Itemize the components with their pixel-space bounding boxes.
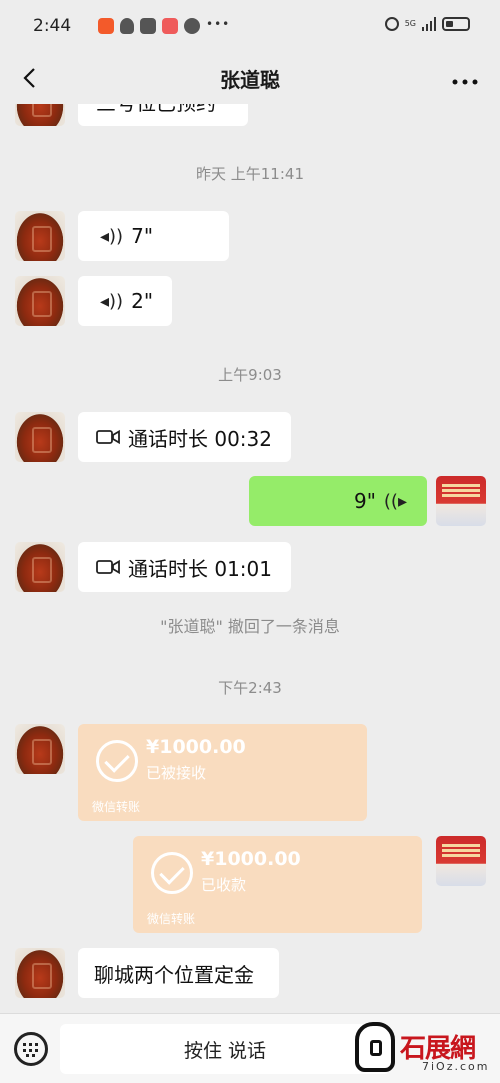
check-circle-icon	[96, 740, 138, 782]
recall-notice: "张道聪" 撤回了一条消息	[160, 617, 340, 636]
watermark-subtitle: 7iOz.com	[422, 1060, 490, 1073]
signal-icon	[422, 17, 436, 31]
nav-bar: 张道聪	[0, 52, 500, 104]
voice-message-bubble[interactable]: ◂)) 7"	[78, 211, 229, 261]
transfer-label: 微信转账	[92, 800, 141, 814]
status-system-icons: 5G	[384, 17, 470, 31]
voice-wave-icon: ◂))	[100, 290, 124, 312]
transfer-status: 已被接收	[146, 764, 207, 782]
emoji-icon[interactable]	[355, 1022, 395, 1072]
voice-wave-icon: ((▸	[383, 490, 407, 512]
call-record-bubble[interactable]: 通话时长 00:32	[78, 412, 291, 462]
heart-icon	[120, 18, 134, 34]
chat-title: 张道聪	[220, 68, 280, 92]
timestamp: 下午2:43	[218, 679, 282, 697]
check-circle-icon	[151, 852, 193, 894]
more-notifications-icon: •••	[206, 17, 231, 31]
contact-avatar[interactable]	[15, 211, 65, 261]
message-bubble[interactable]: 聊城两个位置定金	[78, 948, 279, 998]
timestamp: 昨天 上午11:41	[196, 165, 304, 183]
hold-to-talk-button[interactable]: 按住 说话	[60, 1024, 390, 1074]
voice-wave-icon: ◂))	[100, 225, 124, 247]
call-duration-text: 通话时长 00:32	[128, 426, 272, 451]
contact-avatar[interactable]	[15, 412, 65, 462]
sent-voice-bubble[interactable]: 9" ((▸	[249, 476, 427, 526]
call-duration-text: 通话时长 01:01	[128, 556, 272, 581]
call-record-bubble[interactable]: 通话时长 01:01	[78, 542, 291, 592]
video-call-icon	[96, 429, 120, 445]
mail-icon	[162, 18, 178, 34]
contact-avatar[interactable]	[15, 542, 65, 592]
status-notification-icons: •••	[98, 18, 230, 34]
contact-avatar[interactable]	[15, 104, 65, 126]
shield-icon	[140, 18, 156, 34]
transfer-card[interactable]: ¥1000.00 已收款 微信转账	[133, 836, 422, 933]
status-time: 2:44	[33, 16, 72, 36]
timestamp: 上午9:03	[218, 366, 282, 384]
transfer-amount: ¥1000.00	[146, 736, 246, 758]
watermark-logo: 石展網 7iOz.com	[400, 1028, 496, 1078]
voice-duration: 7"	[131, 224, 154, 248]
transfer-card[interactable]: ¥1000.00 已被接收 微信转账	[78, 724, 367, 821]
app-icon	[98, 18, 114, 34]
alarm-icon	[384, 17, 399, 31]
status-bar: 2:44 ••• 5G	[0, 0, 500, 52]
transfer-status: 已收款	[201, 876, 247, 894]
video-call-icon	[96, 559, 120, 575]
message-text: 聊城两个位置定金	[94, 962, 254, 987]
network-label: 5G	[404, 19, 416, 28]
wechat-icon	[184, 18, 200, 34]
battery-icon	[442, 17, 470, 31]
contact-avatar[interactable]	[15, 276, 65, 326]
contact-avatar[interactable]	[15, 724, 65, 774]
message-text: 三号位已预约	[96, 104, 216, 116]
keyboard-icon[interactable]	[14, 1032, 48, 1066]
voice-message-bubble[interactable]: ◂)) 2"	[78, 276, 172, 326]
message-bubble[interactable]: 三号位已预约	[78, 104, 248, 126]
my-avatar[interactable]	[436, 836, 486, 886]
voice-duration: 2"	[131, 289, 154, 313]
transfer-label: 微信转账	[147, 912, 196, 926]
transfer-amount: ¥1000.00	[201, 848, 301, 870]
more-dots-icon[interactable]	[452, 72, 478, 85]
contact-avatar[interactable]	[15, 948, 65, 998]
my-avatar[interactable]	[436, 476, 486, 526]
clipped-message-row: 三号位已预约	[0, 104, 500, 126]
voice-duration: 9"	[353, 489, 376, 513]
